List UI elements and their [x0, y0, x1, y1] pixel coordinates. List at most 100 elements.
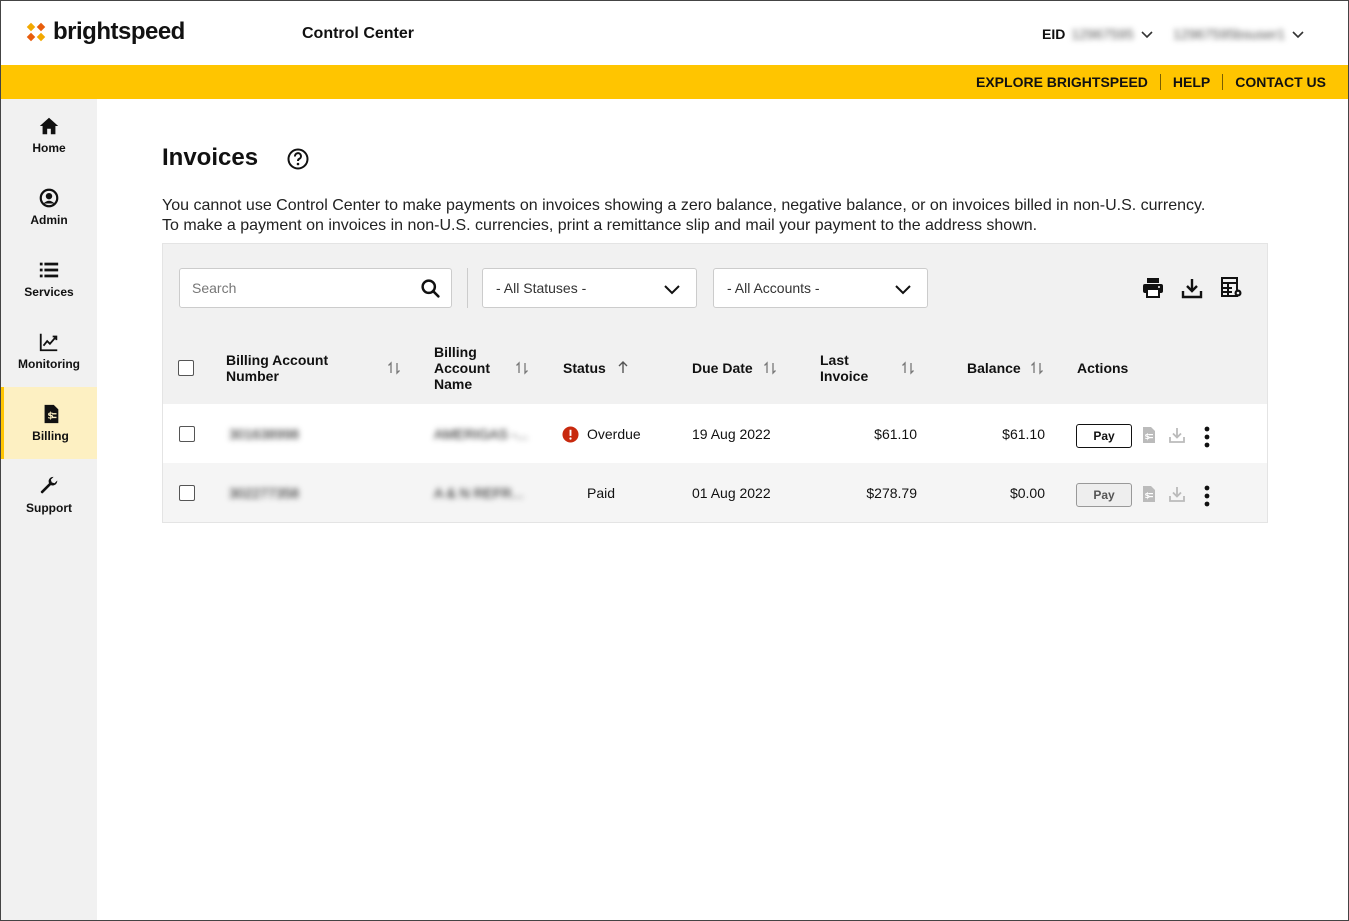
last-invoice-cell[interactable]: $61.10: [817, 426, 917, 442]
brand-logo[interactable]: brightspeed: [25, 18, 185, 46]
account-number-cell[interactable]: 302277358: [229, 485, 299, 501]
sidebar-item-admin[interactable]: Admin: [1, 171, 97, 243]
status-filter-value: - All Statuses -: [496, 280, 587, 296]
chevron-down-icon: [1292, 31, 1304, 39]
column-header-account-name[interactable]: Billing Account Name: [434, 344, 490, 392]
user-name: 12967595bsuser1: [1173, 26, 1286, 42]
sort-icon[interactable]: [763, 361, 777, 375]
column-header-account-number[interactable]: Billing Account Number: [226, 352, 376, 384]
download-icon[interactable]: [1168, 485, 1186, 503]
column-header-last-invoice[interactable]: Last Invoice: [820, 352, 868, 384]
account-name-cell: AMERIGAS -...: [434, 426, 529, 442]
column-header-line: Invoice: [820, 368, 869, 384]
status-cell: Paid: [587, 485, 616, 501]
utility-bar: EXPLORE BRIGHTSPEED HELP CONTACT US: [1, 65, 1348, 99]
sidebar-item-services[interactable]: Services: [1, 243, 97, 315]
sidebar-item-monitoring[interactable]: Monitoring: [1, 315, 97, 387]
account-name-cell: A & N REFR...: [434, 485, 524, 501]
row-checkbox[interactable]: [179, 485, 195, 501]
status-cell: Overdue: [587, 426, 641, 442]
user-circle-icon: [39, 188, 59, 208]
contact-us-link[interactable]: CONTACT US: [1235, 74, 1326, 90]
sidebar-item-label: Home: [32, 141, 66, 155]
user-menu[interactable]: 12967595bsuser1: [1173, 26, 1305, 42]
sort-icon[interactable]: [387, 361, 401, 375]
invoice-pdf-icon[interactable]: $: [1140, 426, 1158, 444]
column-header-line: Account: [434, 360, 490, 376]
pay-button[interactable]: Pay: [1076, 483, 1132, 507]
sort-icon[interactable]: [901, 361, 915, 375]
table-settings-icon[interactable]: [1220, 276, 1244, 300]
app-window: brightspeed Control Center EID 12967595 …: [0, 0, 1349, 921]
chevron-down-icon: [1141, 31, 1153, 39]
invoice-dollar-icon: $: [44, 404, 58, 424]
sort-icon[interactable]: [1030, 361, 1044, 375]
eid-label: EID: [1042, 26, 1066, 42]
sidebar-item-support[interactable]: Support: [1, 459, 97, 531]
divider: [1222, 74, 1224, 90]
sort-ascending-icon[interactable]: [616, 360, 630, 374]
page-title: Invoices: [162, 144, 259, 171]
download-icon[interactable]: [1168, 426, 1186, 444]
divider: [467, 268, 468, 308]
sidebar-item-label: Billing: [32, 429, 69, 443]
last-invoice-cell[interactable]: $278.79: [817, 485, 917, 501]
column-header-balance[interactable]: Balance: [967, 360, 1021, 376]
help-circle-icon[interactable]: [287, 148, 309, 170]
svg-text:$: $: [1145, 432, 1151, 441]
app-title: Control Center: [302, 25, 414, 42]
svg-text:$: $: [47, 411, 53, 422]
chevron-down-icon: [895, 285, 911, 295]
download-icon[interactable]: [1180, 276, 1204, 300]
print-icon[interactable]: [1141, 276, 1165, 300]
search-input[interactable]: [180, 269, 410, 307]
account-number-cell[interactable]: 301638998: [229, 426, 299, 442]
column-header-status[interactable]: Status: [563, 360, 606, 376]
column-header-actions: Actions: [1077, 360, 1129, 376]
table-header: Billing Account Number Billing Account N…: [163, 334, 1267, 404]
list-icon: [39, 262, 59, 278]
status-filter-select[interactable]: - All Statuses -: [482, 268, 697, 308]
sidebar: Home Admin Services Monitoring $ Billing…: [1, 99, 97, 920]
pay-button[interactable]: Pay: [1076, 424, 1132, 448]
search-icon[interactable]: [420, 278, 441, 299]
sidebar-item-label: Support: [26, 501, 72, 515]
sidebar-item-label: Monitoring: [18, 357, 80, 371]
column-header-due-date[interactable]: Due Date: [692, 360, 753, 376]
select-all-checkbox[interactable]: [178, 360, 194, 376]
column-header-line: Last: [820, 352, 849, 368]
row-checkbox[interactable]: [179, 426, 195, 442]
sidebar-item-home[interactable]: Home: [1, 99, 97, 171]
account-filter-select[interactable]: - All Accounts -: [713, 268, 928, 308]
brightspeed-logo-icon: [26, 22, 46, 42]
divider: [1159, 74, 1161, 90]
balance-cell: $0.00: [1009, 485, 1045, 501]
due-date-cell: 01 Aug 2022: [692, 485, 771, 501]
invoice-pdf-icon[interactable]: $: [1140, 485, 1158, 503]
sidebar-item-billing[interactable]: $ Billing: [1, 387, 97, 459]
alert-icon: [562, 426, 579, 443]
due-date-cell: 19 Aug 2022: [692, 426, 771, 442]
table-row: 302277358 A & N REFR... Paid 01 Aug 2022…: [163, 463, 1267, 522]
table-row: 301638998 AMERIGAS -... Overdue 19 Aug 2…: [163, 404, 1267, 463]
more-options-icon[interactable]: [1204, 426, 1210, 448]
explore-brightspeed-link[interactable]: EXPLORE BRIGHTSPEED: [976, 74, 1148, 90]
column-header-line: Name: [434, 376, 473, 392]
more-options-icon[interactable]: [1204, 485, 1210, 507]
sidebar-item-label: Admin: [30, 213, 68, 227]
svg-text:$: $: [1145, 491, 1151, 500]
wrench-icon: [40, 476, 58, 494]
home-icon: [39, 117, 59, 135]
column-header-line: Billing: [434, 344, 477, 360]
sort-icon[interactable]: [515, 361, 529, 375]
search-box: [179, 268, 452, 308]
invoice-panel: - All Statuses - - All Accounts - Billin…: [162, 243, 1268, 523]
chart-line-icon: [39, 333, 58, 352]
top-header: brightspeed Control Center EID 12967595 …: [1, 1, 1348, 65]
help-link[interactable]: HELP: [1173, 74, 1210, 90]
brand-name: brightspeed: [53, 18, 185, 45]
payment-notice: You cannot use Control Center to make pa…: [162, 197, 1206, 234]
eid-value: 12967595: [1071, 26, 1134, 42]
eid-selector[interactable]: EID 12967595: [1042, 26, 1154, 42]
account-filter-value: - All Accounts -: [727, 280, 820, 296]
